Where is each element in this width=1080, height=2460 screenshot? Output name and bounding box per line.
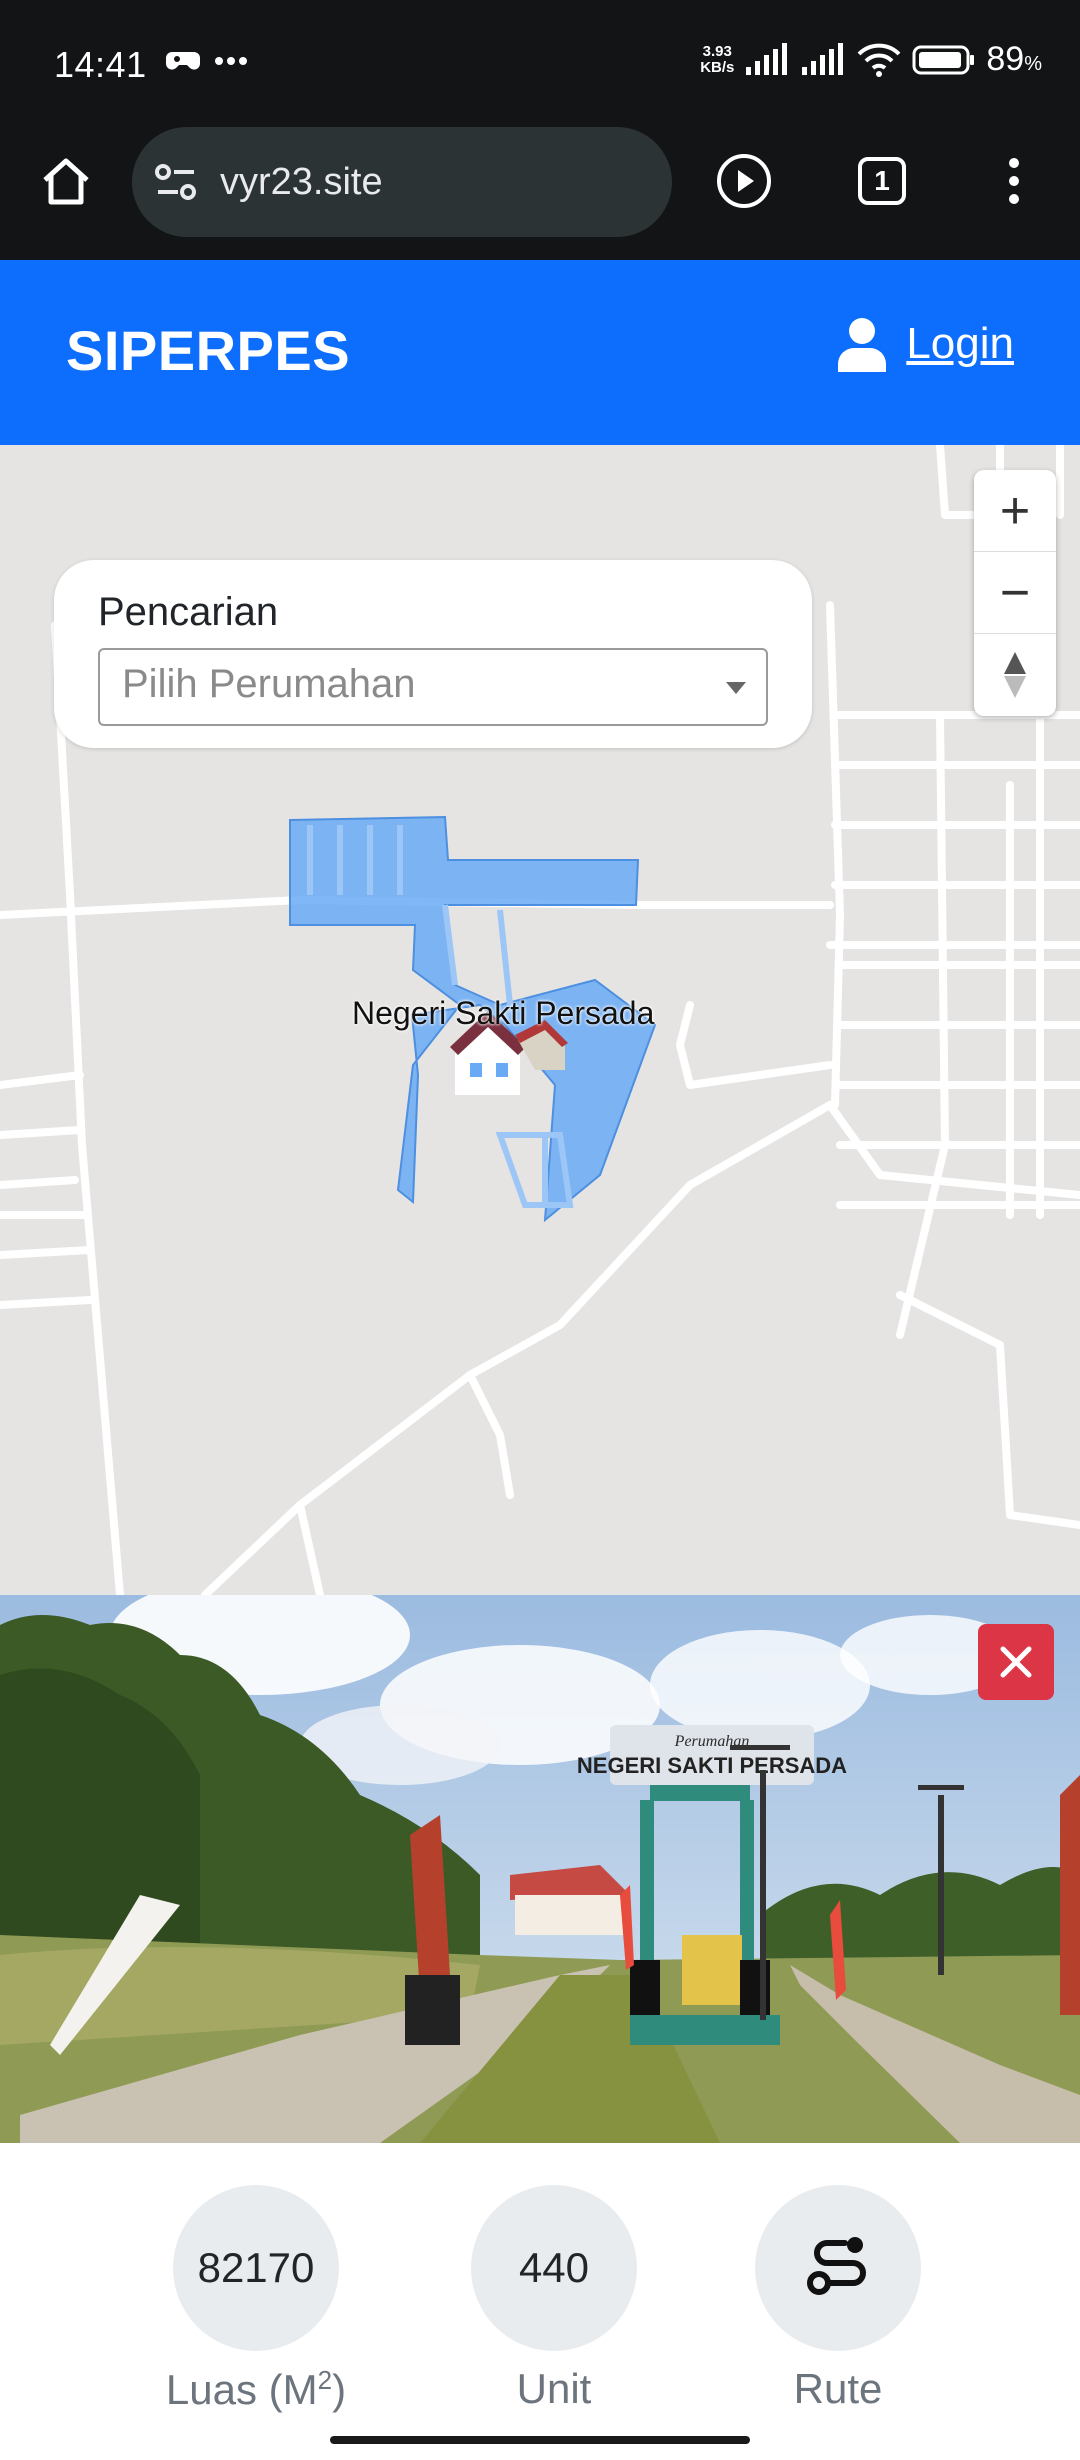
housing-select[interactable]: Pilih Perumahan <box>98 648 768 726</box>
browser-menu-button[interactable] <box>984 151 1044 211</box>
zoom-control: + − <box>974 470 1056 716</box>
stat-unit: 440 Unit <box>454 2185 654 2413</box>
notification-icons <box>166 46 248 76</box>
close-photo-button[interactable] <box>978 1624 1054 1700</box>
stat-unit-label: Unit <box>516 2365 592 2412</box>
battery-value: 89 <box>986 40 1025 78</box>
stat-area-label-end: ) <box>332 2366 347 2413</box>
route-button[interactable] <box>755 2185 921 2351</box>
stat-route[interactable]: Rute <box>738 2185 938 2413</box>
stat-area-label-sup: 2 <box>317 2365 333 2395</box>
network-speed: 3.93 KB/s <box>700 42 735 76</box>
app-navbar: SIPERPES Login <box>0 260 1080 445</box>
compass-icon <box>1004 652 1026 698</box>
housing-stats: 82170 Luas (M2) 440 Unit Rute <box>0 2143 1080 2460</box>
signal-icon <box>746 42 788 75</box>
tab-count: 1 <box>874 165 890 196</box>
more-vert-icon <box>1009 158 1019 204</box>
user-icon <box>838 318 887 372</box>
search-panel: Pencarian Pilih Perumahan <box>54 560 812 748</box>
wifi-icon <box>857 43 901 77</box>
close-icon <box>1000 1646 1032 1678</box>
brand-title[interactable]: SIPERPES <box>66 318 350 383</box>
game-controller-icon <box>166 52 200 70</box>
compass-button[interactable] <box>974 634 1056 716</box>
gesture-nav-handle[interactable] <box>330 2436 750 2444</box>
battery-percent: 89% <box>986 40 1042 79</box>
housing-map-label[interactable]: Negeri Sakti Persada <box>352 995 654 1032</box>
login-label[interactable]: Login <box>906 319 1014 369</box>
home-icon <box>43 158 89 205</box>
stat-unit-value: 440 <box>471 2185 637 2351</box>
route-icon <box>807 2237 866 2295</box>
map-view[interactable]: + − Pencarian Pilih Perumahan Negeri Sak… <box>0 445 1080 1595</box>
stat-route-label[interactable]: Rute <box>738 2365 938 2413</box>
url-text[interactable]: vyr23.site <box>220 161 383 204</box>
stat-area-value: 82170 <box>173 2185 339 2351</box>
tab-switcher-button[interactable]: 1 <box>852 151 912 211</box>
sign-main-text: NEGERI SAKTI PERSADA <box>577 1753 847 1778</box>
signal-icon-2 <box>802 42 844 75</box>
zoom-out-button[interactable]: − <box>974 552 1056 634</box>
stat-area-label-text: Luas (M <box>165 2366 318 2413</box>
search-title: Pencarian <box>98 590 279 634</box>
battery-unit: % <box>1024 53 1042 75</box>
stat-area: 82170 Luas (M2) <box>156 2185 356 2414</box>
status-time: 14:41 <box>54 44 147 85</box>
home-button[interactable] <box>36 151 96 211</box>
more-dots-icon <box>215 57 247 65</box>
housing-photo: Perumahan NEGERI SAKTI PERSADA <box>0 1595 1080 2143</box>
login-link[interactable]: Login <box>836 316 1014 372</box>
browser-toolbar: vyr23.site 1 <box>0 125 1080 260</box>
network-speed-value: 3.93 <box>702 42 732 60</box>
housing-select-placeholder: Pilih Perumahan <box>122 662 416 706</box>
media-play-button[interactable] <box>714 151 774 211</box>
chevron-down-icon <box>726 682 746 694</box>
network-speed-unit: KB/s <box>700 58 735 76</box>
battery-icon <box>912 45 975 74</box>
status-right: 3.93 KB/s 89% <box>700 40 1042 79</box>
housing-photo-scene: Perumahan NEGERI SAKTI PERSADA <box>0 1595 1080 2143</box>
address-bar[interactable]: vyr23.site <box>132 127 672 237</box>
stat-area-label: Luas (M2) <box>156 2365 356 2414</box>
site-settings-icon[interactable] <box>154 162 198 202</box>
play-circle-icon <box>717 154 771 208</box>
status-bar: 14:41 3.93 KB/s 89% <box>0 0 1080 125</box>
zoom-in-button[interactable]: + <box>974 470 1056 552</box>
